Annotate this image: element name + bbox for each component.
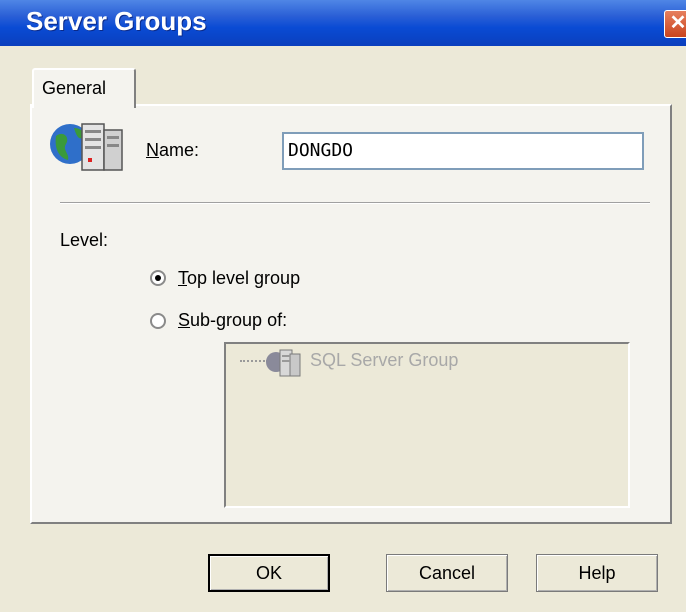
top-level-radio[interactable] bbox=[150, 270, 166, 286]
title-bar: Server Groups ✕ bbox=[0, 0, 686, 46]
cancel-button[interactable]: Cancel bbox=[386, 554, 508, 592]
close-icon[interactable]: ✕ bbox=[664, 10, 686, 38]
sub-group-radio[interactable] bbox=[150, 313, 166, 329]
sub-group-label[interactable]: Sub-group of: bbox=[178, 310, 287, 331]
window-title: Server Groups bbox=[26, 6, 207, 36]
tree-item-label: SQL Server Group bbox=[310, 350, 459, 370]
name-label: Name: bbox=[146, 140, 200, 160]
server-group-icon bbox=[266, 349, 301, 377]
group-tree: SQL Server Group bbox=[224, 342, 630, 508]
top-level-label[interactable]: Top level group bbox=[178, 268, 300, 289]
name-input[interactable]: DONGDO bbox=[282, 132, 644, 170]
server-globe-icon bbox=[50, 123, 123, 171]
divider bbox=[60, 202, 650, 204]
tab-general-label: General bbox=[42, 78, 107, 98]
level-label: Level: bbox=[60, 230, 109, 250]
tab-general[interactable]: General bbox=[32, 68, 136, 108]
help-button[interactable]: Help bbox=[536, 554, 658, 592]
tree-connector bbox=[240, 360, 268, 362]
ok-button[interactable]: OK bbox=[208, 554, 330, 592]
